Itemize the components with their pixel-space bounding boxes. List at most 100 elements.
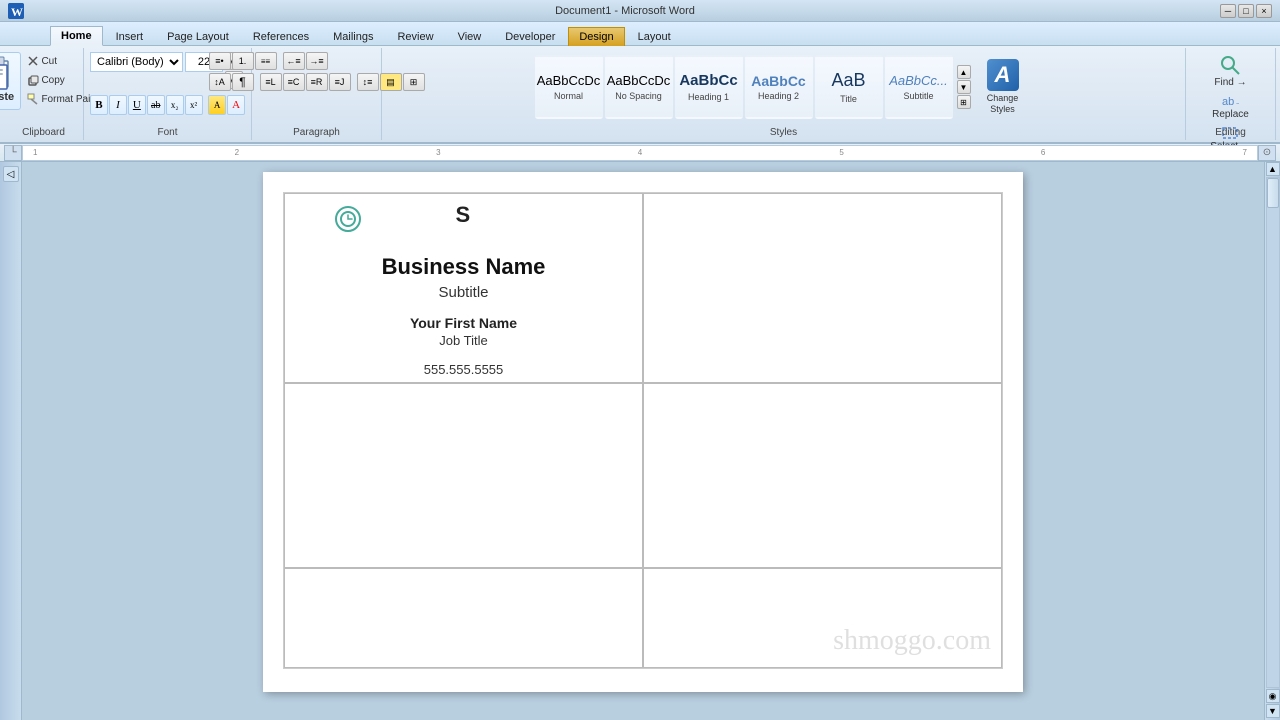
style-subtitle-name: Subtitle	[903, 91, 933, 101]
editing-label: Editing	[1186, 127, 1275, 138]
close-button[interactable]: ×	[1256, 4, 1272, 18]
main-area: ◁ S Business Name Subtitle Your First Na…	[0, 162, 1280, 720]
svg-text:W: W	[11, 5, 23, 19]
style-title-name: Title	[840, 94, 857, 104]
tab-view[interactable]: View	[447, 27, 493, 46]
right-scrollbar: ▲ ◉ ▼	[1264, 162, 1280, 720]
tab-review[interactable]: Review	[386, 27, 444, 46]
styles-scroll-buttons: ▲ ▼ ⊞	[957, 65, 971, 109]
numbering-button[interactable]: 1.	[232, 52, 254, 70]
styles-label: Styles	[382, 127, 1185, 138]
clipboard-label: Clipboard	[4, 127, 83, 138]
style-heading2[interactable]: AaBbCc Heading 2	[745, 55, 813, 119]
scroll-up-button[interactable]: ▲	[1266, 162, 1280, 176]
styles-scroll-up[interactable]: ▲	[957, 65, 971, 79]
card-job-title[interactable]: Job Title	[439, 333, 487, 348]
underline-button[interactable]: U	[128, 95, 146, 115]
change-styles-button[interactable]: A Change Styles	[973, 55, 1033, 119]
tab-references[interactable]: References	[242, 27, 320, 46]
card-phone[interactable]: 555.555.5555	[424, 362, 504, 377]
style-no-spacing-name: No Spacing	[615, 91, 662, 101]
style-normal[interactable]: AaBbCcDc Normal	[535, 55, 603, 119]
style-subtitle-preview: AaBbCc...	[889, 73, 948, 89]
svg-text:ab→: ab→	[1222, 96, 1239, 108]
align-left-button[interactable]: ≡L	[260, 73, 282, 91]
scroll-track[interactable]	[1266, 177, 1280, 688]
increase-indent-button[interactable]: →≡	[306, 52, 328, 70]
card-top-right[interactable]	[643, 193, 1002, 383]
bold-button[interactable]: B	[90, 95, 108, 115]
left-sidebar: ◁	[0, 162, 22, 720]
styles-gallery: AaBbCcDc Normal AaBbCcDc No Spacing AaBb…	[535, 55, 953, 119]
tab-developer[interactable]: Developer	[494, 27, 566, 46]
ribbon: Paste Cut Copy Format Painter Clipboard	[0, 46, 1280, 144]
ruler: └ 1234567 ⊙	[0, 144, 1280, 162]
paragraph-group: ≡• 1. ≡≡ ←≡ →≡ ↕A ¶ ≡L ≡C ≡R ≡J ↕≡ ▤ ⊞	[252, 48, 382, 140]
ruler-align-button[interactable]: └	[4, 145, 22, 161]
style-heading1[interactable]: AaBbCc Heading 1	[675, 55, 743, 119]
card-subtitle[interactable]: Subtitle	[438, 284, 488, 301]
tab-home[interactable]: Home	[50, 26, 103, 46]
style-heading1-name: Heading 1	[688, 92, 729, 102]
tab-insert[interactable]: Insert	[105, 27, 155, 46]
style-heading2-name: Heading 2	[758, 91, 799, 101]
tab-mailings[interactable]: Mailings	[322, 27, 384, 46]
editing-group: Find → ab→ Replace Select → Editing	[1186, 48, 1276, 140]
style-subtitle[interactable]: AaBbCc... Subtitle	[885, 55, 953, 119]
card-bottom-right[interactable]: shmoggo.com	[643, 568, 1002, 668]
italic-button[interactable]: I	[109, 95, 127, 115]
style-no-spacing[interactable]: AaBbCcDc No Spacing	[605, 55, 673, 119]
subscript-button[interactable]: x₂	[166, 95, 184, 115]
superscript-button[interactable]: x²	[185, 95, 203, 115]
change-styles-icon: A	[987, 59, 1019, 91]
title-bar: W Document1 - Microsoft Word ─ □ ×	[0, 0, 1280, 22]
paragraph-label: Paragraph	[252, 127, 381, 138]
multilevel-button[interactable]: ≡≡	[255, 52, 277, 70]
tab-design[interactable]: Design	[568, 27, 624, 46]
card-circle-icon	[335, 206, 361, 232]
show-hide-button[interactable]: ¶	[232, 73, 254, 91]
business-name[interactable]: Business Name	[382, 254, 546, 280]
card-person-name[interactable]: Your First Name	[410, 315, 517, 331]
styles-scroll-down[interactable]: ▼	[957, 80, 971, 94]
font-family-select[interactable]: Calibri (Body)	[90, 52, 183, 72]
style-title[interactable]: AaB Title	[815, 55, 883, 119]
line-spacing-button[interactable]: ↕≡	[357, 73, 379, 91]
tab-page-layout[interactable]: Page Layout	[156, 27, 240, 46]
find-button[interactable]: Find →	[1206, 52, 1255, 90]
style-title-preview: AaB	[831, 70, 865, 92]
window-controls: ─ □ ×	[1220, 4, 1272, 18]
bullets-button[interactable]: ≡•	[209, 52, 231, 70]
replace-button[interactable]: ab→ Replace	[1206, 92, 1255, 122]
strikethrough-button[interactable]: ab	[147, 95, 165, 115]
replace-icon: ab→	[1221, 94, 1239, 108]
ruler-toggle-button[interactable]: ⊙	[1258, 145, 1276, 161]
window-title: Document1 - Microsoft Word	[30, 5, 1220, 17]
scroll-prev-page[interactable]: ◉	[1266, 689, 1280, 703]
card-grid: S Business Name Subtitle Your First Name…	[283, 192, 1003, 669]
app-icon: W	[8, 3, 24, 19]
card-s-letter: S	[456, 202, 471, 228]
align-center-button[interactable]: ≡C	[283, 73, 305, 91]
card-middle-right[interactable]	[643, 383, 1002, 568]
scroll-next-page[interactable]: ▼	[1266, 704, 1280, 718]
decrease-indent-button[interactable]: ←≡	[283, 52, 305, 70]
align-right-button[interactable]: ≡R	[306, 73, 328, 91]
change-styles-label: Change Styles	[977, 93, 1029, 115]
paste-button[interactable]: Paste	[0, 52, 21, 110]
scroll-thumb[interactable]	[1267, 178, 1279, 208]
paste-label: Paste	[0, 91, 14, 103]
card-main[interactable]: S Business Name Subtitle Your First Name…	[284, 193, 643, 383]
document-area: S Business Name Subtitle Your First Name…	[22, 162, 1264, 720]
justify-button[interactable]: ≡J	[329, 73, 351, 91]
minimize-button[interactable]: ─	[1220, 4, 1236, 18]
style-heading2-preview: AaBbCc	[751, 73, 805, 90]
card-middle-left[interactable]	[284, 383, 643, 568]
sidebar-top-button[interactable]: ◁	[3, 166, 19, 182]
style-heading1-preview: AaBbCc	[679, 72, 737, 90]
tab-layout[interactable]: Layout	[627, 27, 682, 46]
sort-button[interactable]: ↕A	[209, 73, 231, 91]
styles-expand[interactable]: ⊞	[957, 95, 971, 109]
card-bottom-left[interactable]	[284, 568, 643, 668]
maximize-button[interactable]: □	[1238, 4, 1254, 18]
